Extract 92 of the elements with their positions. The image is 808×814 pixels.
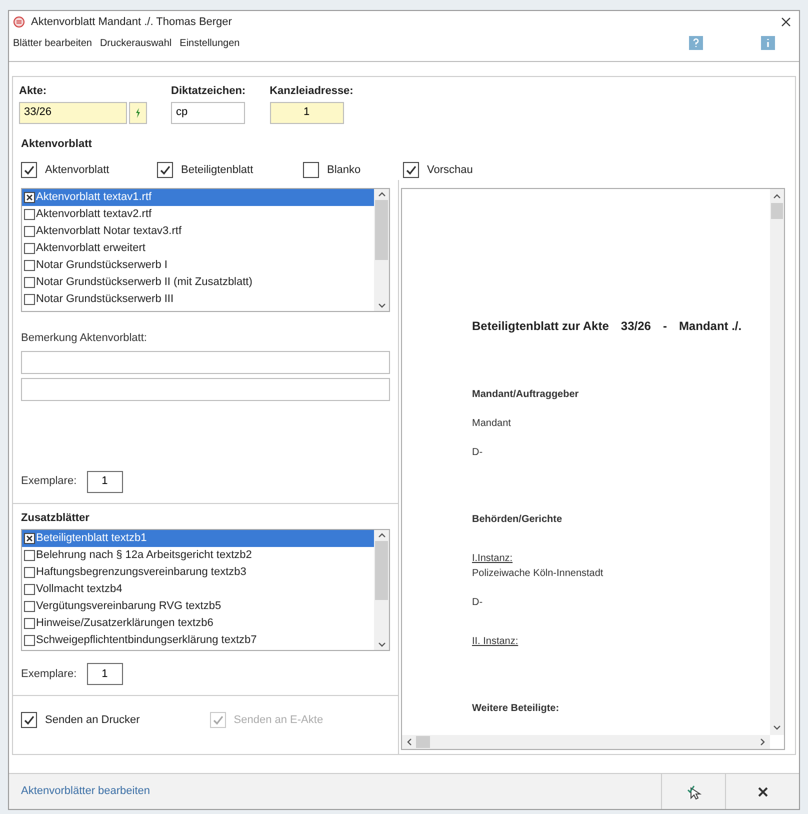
checkbox[interactable] — [403, 162, 419, 178]
checkbox-label: Beteiligtenblatt — [181, 162, 254, 178]
document-text: Mandant — [472, 417, 511, 431]
text-field[interactable]: 33/26 — [19, 102, 127, 124]
checkbox[interactable] — [21, 712, 37, 728]
cursor-check-icon — [686, 784, 702, 800]
list-item[interactable]: Schweigepflichtentbindungserklärung textzb7 — [22, 632, 374, 649]
remark-field[interactable] — [21, 350, 390, 374]
item-checkbox[interactable] — [24, 533, 35, 544]
field-label: Diktatzeichen: — [171, 84, 246, 99]
list-item[interactable]: Aktenvorblatt textav1.rtf — [22, 189, 374, 206]
document-text: D- — [472, 596, 483, 610]
menu-item[interactable]: Einstellungen — [180, 36, 240, 50]
document-text: Polizeiwache Köln-Innenstadt — [472, 567, 604, 581]
copies-field[interactable]: 1 — [86, 663, 123, 685]
item-checkbox[interactable] — [24, 618, 35, 629]
copies-label: Exemplare: — [21, 474, 77, 490]
document-title: - — [662, 318, 667, 335]
item-checkbox[interactable] — [24, 243, 35, 254]
scrollbar-thumb[interactable] — [375, 541, 388, 600]
remark-field[interactable] — [21, 378, 390, 400]
list-item[interactable]: Haftungsbegrenzungsvereinbarung textzb3 — [22, 564, 374, 581]
document-text: D- — [472, 446, 483, 460]
item-checkbox[interactable] — [24, 584, 35, 595]
close-icon — [758, 786, 768, 796]
checkbox[interactable] — [303, 162, 319, 178]
item-checkbox[interactable] — [24, 260, 35, 271]
list-item[interactable]: Vergütungsvereinbarung RVG textzb5 — [22, 598, 374, 615]
section-title: Aktenvorblatt — [21, 136, 93, 152]
list-item[interactable]: Aktenvorblatt Notar textav3.rtf — [22, 223, 374, 240]
item-checkbox[interactable] — [24, 277, 35, 288]
checkbox[interactable] — [157, 162, 173, 178]
check-icon — [23, 164, 35, 176]
list-item[interactable]: Belehrung nach § 12a Arbeitsgericht textzb2 — [22, 547, 374, 564]
item-checkbox[interactable] — [24, 550, 35, 561]
scrollbar[interactable] — [374, 530, 389, 650]
list-item[interactable]: Aktenvorblatt textav2.rtf — [22, 206, 374, 223]
document-title: Mandant ./. — [678, 318, 742, 335]
item-checkbox[interactable] — [24, 567, 35, 578]
copies-field[interactable]: 1 — [86, 470, 123, 492]
window-title: Aktenvorblatt Mandant ./. Thomas Berger — [31, 14, 233, 30]
item-checkbox[interactable] — [24, 601, 35, 612]
checkbox-label: Aktenvorblatt — [45, 162, 110, 178]
scrollbar[interactable] — [374, 189, 389, 311]
list-item[interactable]: Notar Grundstückserwerb III — [22, 291, 374, 308]
horizontal-scrollbar[interactable] — [402, 735, 770, 749]
scrollbar[interactable] — [770, 189, 784, 735]
check-icon — [159, 164, 171, 176]
checkbox[interactable] — [21, 162, 37, 178]
list-item[interactable]: Aktenvorblatt erweitert — [22, 240, 374, 257]
check-icon — [23, 714, 35, 726]
text-field[interactable]: 1 — [270, 102, 344, 124]
field-label: Kanzleiadresse: — [270, 84, 354, 99]
document-text: I.Instanz: — [472, 552, 513, 566]
document-title: Beteiligtenblatt zur Akte — [472, 318, 609, 335]
checkbox-label: Senden an Drucker — [45, 713, 140, 728]
item-checkbox[interactable] — [24, 209, 35, 220]
scrollbar-thumb[interactable] — [375, 200, 388, 260]
item-checkbox[interactable] — [24, 294, 35, 305]
list-item[interactable]: Notar Grundstückserwerb I — [22, 257, 374, 274]
checkbox-label: Senden an E-Akte — [234, 713, 324, 728]
scrollbar-thumb[interactable] — [771, 203, 783, 219]
text-field[interactable]: cp — [171, 102, 245, 124]
item-checkbox[interactable] — [24, 192, 35, 203]
document-title: 33/26 — [620, 318, 651, 335]
lightning-button[interactable] — [129, 102, 147, 124]
cross-icon — [26, 535, 33, 542]
lightning-icon — [135, 108, 141, 118]
field-label: Akte: — [19, 84, 48, 99]
menu-item[interactable]: Druckerauswahl — [100, 36, 172, 50]
copies-label: Exemplare: — [21, 666, 77, 682]
app-icon — [13, 16, 25, 28]
list-item[interactable]: Vollmacht textzb4 — [22, 581, 374, 598]
document-text: Mandant/Auftraggeber — [472, 388, 579, 402]
check-icon — [212, 714, 224, 726]
checkbox-label: Vorschau — [427, 162, 473, 178]
cross-icon — [26, 194, 33, 201]
scrollbar-thumb[interactable] — [416, 736, 430, 748]
item-checkbox[interactable] — [24, 635, 35, 646]
section-title: Zusatzblätter — [21, 510, 90, 526]
document-text: Behörden/Gerichte — [472, 513, 562, 527]
document-text: Weitere Beteiligte: — [472, 702, 560, 716]
checkbox-label: Blanko — [327, 162, 361, 178]
list-item[interactable]: Hinweise/Zusatzerklärungen textzb6 — [22, 615, 374, 632]
list-item[interactable]: Beteiligtenblatt textzb1 — [22, 530, 374, 547]
check-icon — [405, 164, 417, 176]
close-icon[interactable] — [781, 17, 791, 27]
document-text: II. Instanz: — [472, 635, 518, 649]
menu-item[interactable]: Blätter bearbeiten — [13, 36, 92, 50]
remark-label: Bemerkung Aktenvorblatt: — [21, 331, 148, 346]
list-item[interactable]: Notar Grundstückserwerb II (mit Zusatzblatt) — [22, 274, 374, 291]
item-checkbox[interactable] — [24, 226, 35, 237]
